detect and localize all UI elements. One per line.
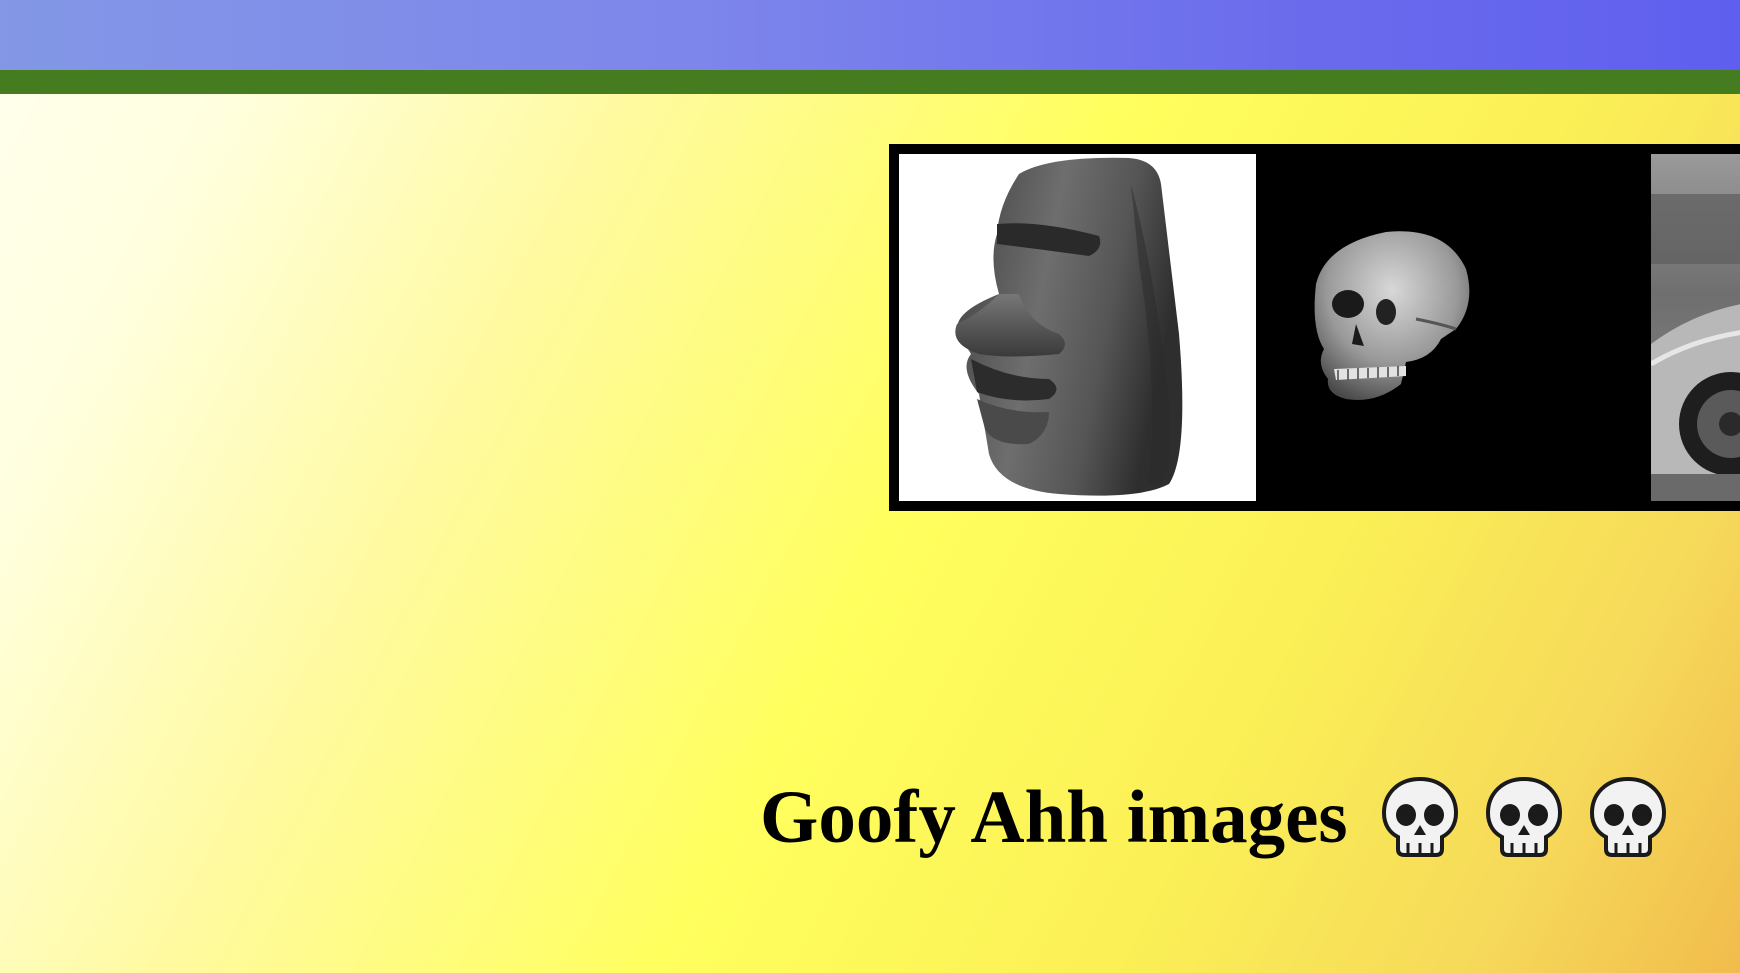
car-photo-icon[interactable] xyxy=(1651,154,1740,501)
top-banner xyxy=(0,0,1740,70)
moai-head-icon[interactable] xyxy=(899,154,1256,501)
caption-text: Goofy Ahh images xyxy=(760,775,1348,859)
caption: Goofy Ahh images xyxy=(760,772,1690,862)
skull-emoji-icon xyxy=(1586,775,1670,859)
skull-emoji-icon xyxy=(1482,775,1566,859)
emoji-row xyxy=(1378,775,1690,859)
skull-3d-icon[interactable] xyxy=(1256,154,1634,501)
image-gallery[interactable] xyxy=(889,144,1740,511)
skull-emoji-icon xyxy=(1378,775,1462,859)
green-stripe xyxy=(0,70,1740,94)
